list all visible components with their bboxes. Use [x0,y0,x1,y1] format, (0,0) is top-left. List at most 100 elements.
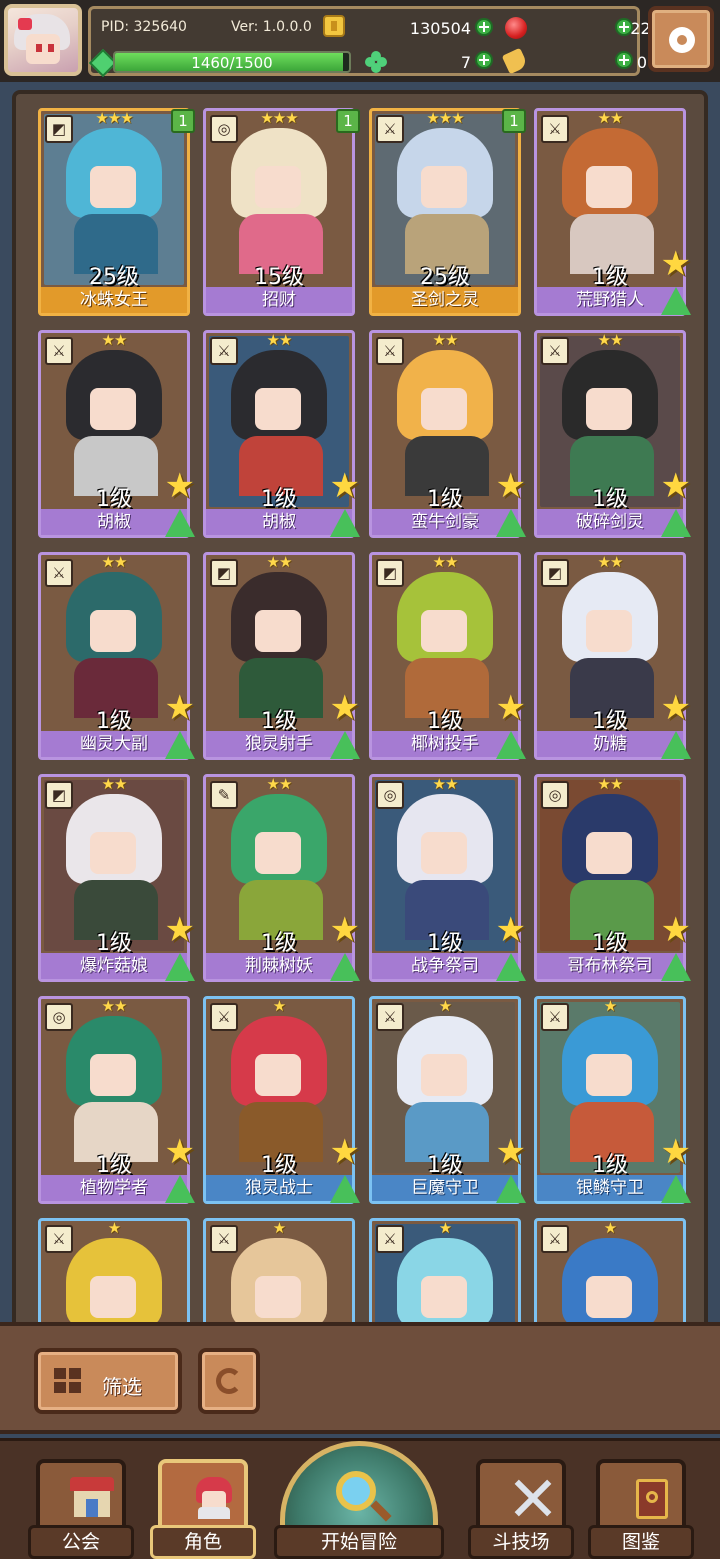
character-card[interactable]: ◎ ★★ 1级 哥布林祭司 ★ [534,774,691,982]
character-face [421,1276,467,1318]
star-up-icon[interactable]: ★ [496,691,526,725]
melee-class-icon: ⚔ [541,337,569,365]
star-up-icon[interactable]: ★ [496,1135,526,1169]
star-up-icon[interactable]: ★ [165,1135,195,1169]
attack-class-icon: ◩ [541,559,569,587]
upgrade-arrow-icon[interactable] [496,731,526,759]
upgrade-arrow-icon[interactable] [165,509,195,537]
upgrade-arrow-icon[interactable] [330,509,360,537]
start-adventure-button[interactable]: 开始冒险 [274,1441,444,1559]
character-face [90,832,136,874]
character-card[interactable]: ◩ ★★ 1级 爆炸菇娘 ★ [38,774,195,982]
character-card[interactable]: ◩ ★★ 1级 奶糖 ★ [534,552,691,760]
character-card[interactable]: ⚔ ★ 1级 巨魔守卫 ★ [369,996,526,1204]
nav-guild[interactable]: 公会 [28,1459,134,1559]
nav-label: 公会 [28,1525,134,1559]
star-up-icon[interactable]: ★ [165,469,195,503]
upgrade-arrow-icon[interactable] [165,1175,195,1203]
player-info-panel: PID: 325640 Ver: 1.0.0.0 130504 2220 146… [88,6,671,78]
support-class-icon: ◎ [376,781,404,809]
character-face [586,388,632,430]
star-up-icon[interactable]: ★ [330,1135,360,1169]
star-up-icon[interactable]: ★ [661,1135,691,1169]
add-coins-button[interactable] [475,18,493,36]
attack-class-icon: ◩ [210,559,238,587]
character-card[interactable]: ⚔ ★ [534,1218,686,1326]
add-tickets-button[interactable] [615,51,633,69]
nav-codex[interactable]: 图鉴 [588,1459,694,1559]
character-card[interactable]: ◎ ★★★ 1 15级 招财 [203,108,360,316]
character-card[interactable]: ⚔ ★★ 1级 蛮牛剑豪 ★ [369,330,526,538]
add-gems-button[interactable] [615,18,633,36]
upgrade-arrow-icon[interactable] [165,953,195,981]
upgrade-arrow-icon[interactable] [661,509,691,537]
star-up-icon[interactable]: ★ [330,913,360,947]
nav-arena[interactable]: 斗技场 [468,1459,574,1559]
character-face [421,610,467,652]
upgrade-arrow-icon[interactable] [330,731,360,759]
melee-class-icon: ⚔ [541,1003,569,1031]
star-up-icon[interactable]: ★ [661,691,691,725]
star-rating: ★★ [432,331,459,349]
character-card[interactable]: ⚔ ★ [203,1218,355,1326]
character-card[interactable]: ◎ ★★ 1级 战争祭司 ★ [369,774,526,982]
upgrade-arrow-icon[interactable] [330,953,360,981]
character-card[interactable]: ✎ ★★ 1级 荆棘树妖 ★ [203,774,360,982]
star-rating: ★★ [266,775,293,793]
filter-button[interactable]: 筛选 [34,1348,182,1414]
upgrade-arrow-icon[interactable] [661,731,691,759]
upgrade-arrow-icon[interactable] [496,509,526,537]
character-card[interactable]: ⚔ ★ [38,1218,190,1326]
character-card[interactable]: ⚔ ★★ 1级 荒野猎人 ★ [534,108,691,316]
character-roster-grid[interactable]: ◩ ★★★ 1 25级 冰蛛女王 ◎ ★★★ 1 15级 招财 ⚔ ★★★ 1 25级 圣剑之灵 ⚔ ★★ 1级荒… [12,90,708,1330]
star-up-icon[interactable]: ★ [496,913,526,947]
nav-character[interactable]: 角色 [150,1459,256,1559]
character-card[interactable]: ⚔ ★★ 1级 胡椒 ★ [203,330,360,538]
character-face [90,610,136,652]
star-up-icon[interactable]: ★ [661,913,691,947]
melee-class-icon: ⚔ [45,1225,73,1253]
character-card[interactable]: ⚔ ★★ 1级 幽灵大副 ★ [38,552,195,760]
star-up-icon[interactable]: ★ [330,691,360,725]
character-card[interactable]: ◩ ★★ 1级 狼灵射手 ★ [203,552,360,760]
add-clovers-button[interactable] [475,51,493,69]
star-rating: ★ [603,997,617,1015]
character-card[interactable]: ⚔ ★★ 1级 胡椒 ★ [38,330,195,538]
upgrade-arrow-icon[interactable] [661,1175,691,1203]
refresh-icon [216,1368,242,1394]
character-card[interactable]: ⚔ ★★★ 1 25级 圣剑之灵 [369,108,526,316]
star-up-icon[interactable]: ★ [330,469,360,503]
character-face [421,1054,467,1096]
star-up-icon[interactable]: ★ [661,247,691,281]
avatar-eye [36,44,42,52]
character-card[interactable]: ⚔ ★ 1级 银鳞守卫 ★ [534,996,691,1204]
character-card[interactable]: ◩ ★★ 1级 椰树投手 ★ [369,552,526,760]
star-rating: ★★ [101,553,128,571]
clover-count: 7 [460,53,471,72]
nav-label: 斗技场 [468,1525,574,1559]
character-card[interactable]: ◎ ★★ 1级 植物学者 ★ [38,996,195,1204]
character-card[interactable]: ⚔ ★ 1级 狼灵战士 ★ [203,996,360,1204]
star-up-icon[interactable]: ★ [661,469,691,503]
star-up-icon[interactable]: ★ [165,913,195,947]
upgrade-arrow-icon[interactable] [496,1175,526,1203]
character-face [586,166,632,208]
melee-class-icon: ⚔ [541,115,569,143]
upgrade-arrow-icon[interactable] [165,731,195,759]
refresh-button[interactable] [198,1348,260,1414]
character-card[interactable]: ⚔ ★★ 1级 破碎剑灵 ★ [534,330,691,538]
player-id: PID: 325640 [101,19,187,35]
upgrade-arrow-icon[interactable] [496,953,526,981]
character-card[interactable]: ◩ ★★★ 1 25级 冰蛛女王 [38,108,195,316]
character-card[interactable]: ⚔ ★ [369,1218,521,1326]
star-rating: ★★ [597,775,624,793]
player-avatar[interactable] [4,4,82,76]
duplicate-count-badge: 1 [171,109,195,133]
upgrade-arrow-icon[interactable] [661,287,691,315]
upgrade-arrow-icon[interactable] [661,953,691,981]
settings-button[interactable] [648,6,714,72]
star-up-icon[interactable]: ★ [496,469,526,503]
upgrade-arrow-icon[interactable] [330,1175,360,1203]
character-face [255,1276,301,1318]
star-up-icon[interactable]: ★ [165,691,195,725]
